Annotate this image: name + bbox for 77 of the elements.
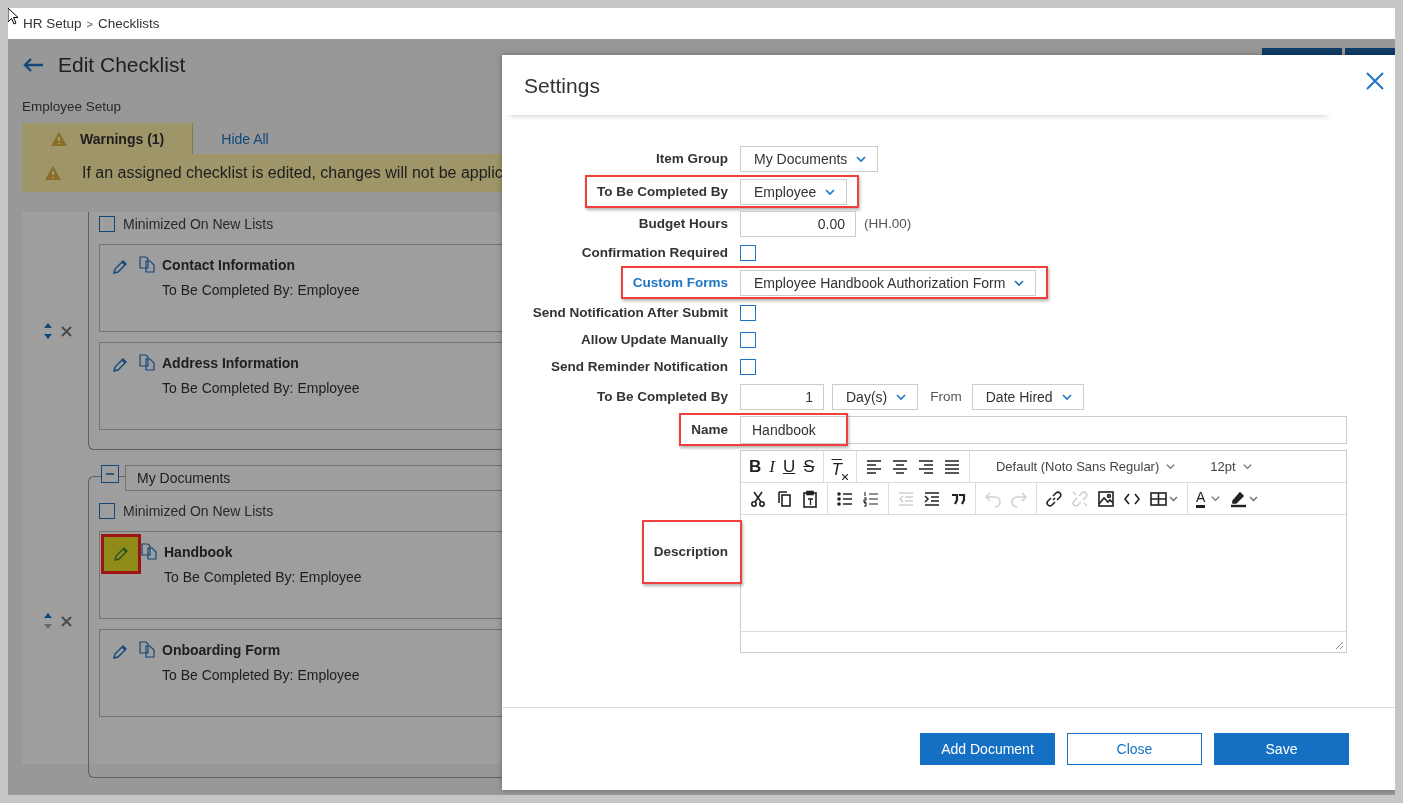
chevron-down-icon (1165, 461, 1177, 472)
pencil-icon (111, 356, 129, 374)
toolbar-dropdown[interactable]: Default (Noto Sans Regular) (973, 459, 1191, 474)
text-color-button[interactable]: A (1192, 485, 1226, 512)
dropdown[interactable]: Employee Handbook Authorization Form (740, 269, 1037, 296)
dropdown[interactable]: Date Hired (971, 383, 1084, 410)
field-label: To Be Completed By (597, 389, 728, 404)
text-field[interactable]: Handbook (740, 415, 1347, 444)
collapse-toggle[interactable] (101, 465, 119, 483)
field-label-link[interactable]: Custom Forms (632, 275, 728, 290)
warning-icon (50, 130, 68, 147)
item-title: Handbook (164, 544, 234, 560)
item-title: Contact Information (162, 257, 296, 273)
primary-button[interactable]: Add Document (920, 733, 1055, 765)
warnings-tab[interactable]: Warnings (1) (22, 123, 194, 154)
document-copy-icon (140, 542, 158, 560)
item-assignee: To Be Completed By: Employee (162, 667, 360, 683)
checkbox-label: Minimized On New Lists (123, 503, 274, 519)
dropdown[interactable]: My Documents (740, 145, 879, 172)
back-arrow-icon[interactable] (22, 57, 44, 73)
pencil-icon (112, 545, 130, 563)
document-copy-icon (138, 255, 156, 273)
checkbox[interactable] (740, 331, 756, 348)
checkbox[interactable] (740, 358, 756, 375)
field-label: To Be Completed By (597, 184, 728, 199)
page-title: Edit Checklist (58, 53, 186, 77)
checkbox[interactable] (740, 304, 756, 321)
field-hint: (HH.00) (864, 216, 912, 231)
warning-message: If an assigned checklist is edited, changes will not be applic (82, 164, 503, 182)
item-assignee: To Be Completed By: Employee (162, 282, 360, 298)
field-label: Send Notification After Submit (532, 305, 728, 320)
document-copy-icon (138, 640, 156, 658)
number-field[interactable]: 0.00 (740, 210, 856, 237)
italic-button[interactable]: I (765, 453, 779, 480)
field-label: Budget Hours (638, 216, 728, 231)
field-label: Send Reminder Notification (550, 359, 728, 374)
item-assignee: To Be Completed By: Employee (162, 380, 360, 396)
delete-icon[interactable] (60, 615, 72, 627)
resize-handle-icon[interactable] (1335, 641, 1344, 650)
edit-button[interactable] (104, 537, 138, 571)
toolbar-dropdown[interactable]: 12pt (1190, 459, 1267, 474)
dialog-title: Settings (524, 73, 600, 98)
warning-icon (44, 165, 62, 181)
item-assignee: To Be Completed By: Employee (164, 569, 362, 585)
strike-button[interactable]: S (799, 453, 819, 480)
field-label: From (930, 389, 962, 404)
field-label: Item Group (656, 151, 728, 166)
close-icon[interactable] (1365, 72, 1385, 92)
field-label: Name (691, 422, 728, 437)
document-copy-icon (138, 353, 156, 371)
section-subtitle: Employee Setup (22, 99, 123, 116)
chevron-down-icon (1210, 493, 1222, 504)
chevron-down-icon (1241, 461, 1253, 472)
primary-button[interactable]: Save (1214, 733, 1349, 765)
breadcrumb-current: Checklists (97, 16, 160, 31)
pencil-icon (111, 258, 129, 276)
field-label: Description (653, 544, 728, 559)
underline-button[interactable]: U (778, 453, 800, 480)
item-title: Onboarding Form (162, 642, 282, 658)
checkbox-label: Minimized On New Lists (123, 216, 274, 232)
dropdown[interactable]: Day(s) (832, 383, 919, 410)
clear-format-button[interactable]: T (827, 453, 852, 480)
delete-icon[interactable] (60, 325, 72, 337)
pencil-icon (111, 643, 129, 661)
breadcrumb-separator: > (86, 17, 93, 30)
checkbox[interactable] (99, 216, 115, 232)
close-small-icon (841, 473, 848, 480)
number-field[interactable]: 1 (740, 383, 824, 410)
item-title: Address Information (162, 355, 300, 371)
bold-button[interactable]: B (745, 453, 766, 480)
dropdown[interactable]: Employee (740, 178, 848, 205)
checkbox[interactable] (99, 503, 115, 519)
field-label: Allow Update Manually (580, 332, 728, 347)
checkbox[interactable] (740, 244, 756, 261)
field-label: Confirmation Required (581, 245, 728, 260)
breadcrumb-link[interactable]: HR Setup (23, 16, 82, 31)
secondary-button[interactable]: Close (1067, 733, 1202, 765)
